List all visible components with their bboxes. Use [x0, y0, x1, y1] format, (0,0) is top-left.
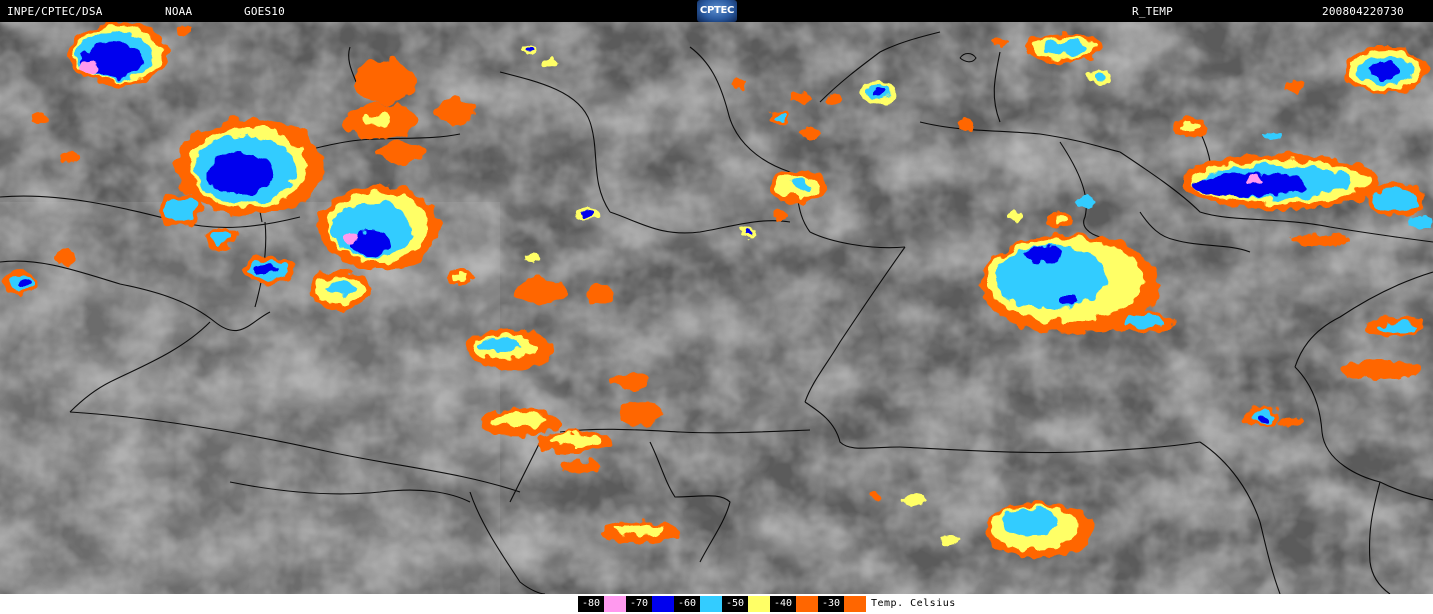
- satellite-map[interactable]: [0, 22, 1433, 594]
- legend-label-3: -50: [722, 596, 748, 612]
- timestamp-label: 200804220730: [1322, 5, 1404, 18]
- legend-label-0: -80: [578, 596, 604, 612]
- legend-label-2: -60: [674, 596, 700, 612]
- legend-swatch-2: [700, 596, 722, 612]
- legend-label-5: -30: [818, 596, 844, 612]
- temperature-legend: -80 -70 -60 -50 -40 -30 Temp. Celsius: [578, 596, 956, 612]
- legend-swatch-1: [652, 596, 674, 612]
- legend-label-4: -40: [770, 596, 796, 612]
- legend-swatch-3: [748, 596, 770, 612]
- satellite-image: [0, 22, 1433, 594]
- legend-swatch-4: [796, 596, 818, 612]
- legend-swatch-0: [604, 596, 626, 612]
- cptec-logo: CPTEC: [697, 0, 737, 22]
- product-label: R_TEMP: [1132, 5, 1173, 18]
- satellite-label: GOES10: [244, 5, 285, 18]
- header-bar: INPE/CPTEC/DSA NOAA GOES10 CPTEC R_TEMP …: [0, 0, 1433, 22]
- logo-text: CPTEC: [699, 5, 735, 16]
- source-label: INPE/CPTEC/DSA: [7, 5, 103, 18]
- legend-label-1: -70: [626, 596, 652, 612]
- cloud-texture-fine: [0, 22, 1433, 594]
- legend-swatch-5: [844, 596, 866, 612]
- legend-title: Temp. Celsius: [871, 598, 956, 609]
- agency-label: NOAA: [165, 5, 193, 18]
